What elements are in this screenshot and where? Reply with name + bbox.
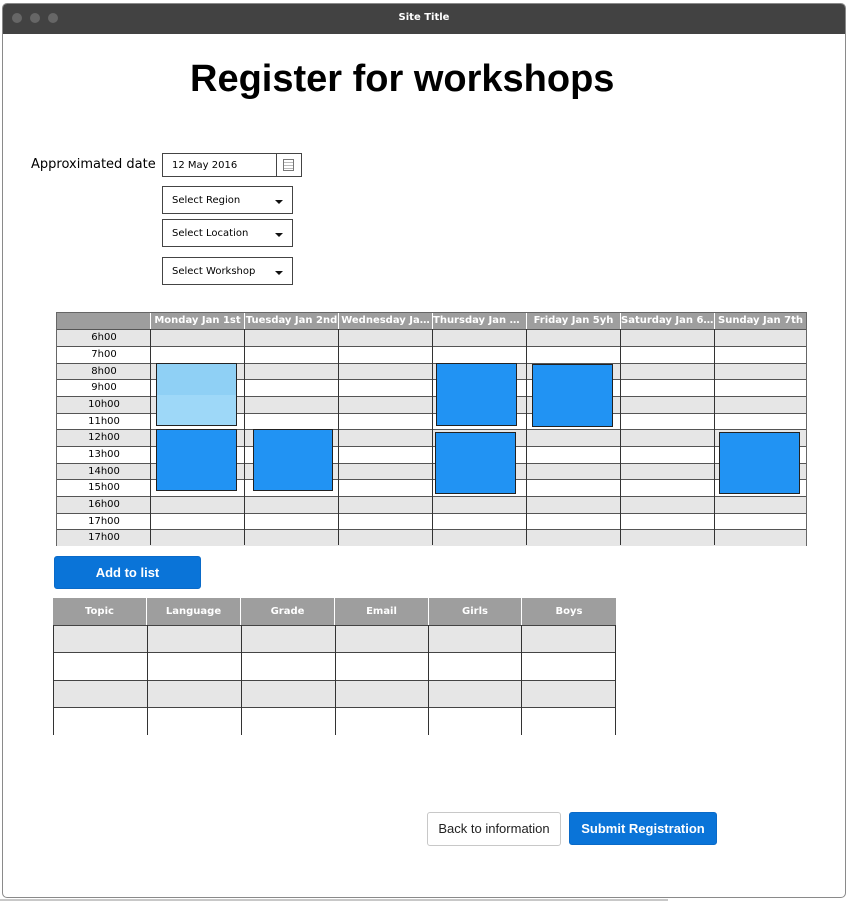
date-value: 12 May 2016 [172,160,238,171]
grid-divider [620,329,621,545]
time-label: 8h00 [91,366,117,377]
workshop-select-label: Select Workshop [172,266,256,277]
add-to-list-button[interactable]: Add to list [54,556,201,589]
schedule-grid: Monday Jan 1st Tuesday Jan 2nd Wednesday… [56,312,807,546]
grid-divider [432,329,433,545]
time-label: 11h00 [88,416,120,427]
window-titlebar: Site Title [3,4,845,34]
time-label: 7h00 [91,349,117,360]
workshop-slot[interactable] [253,429,333,491]
grid-divider [615,625,616,735]
grid-divider [526,329,527,545]
day-header: Monday Jan 1st [151,313,245,329]
day-header: Friday Jan 5yh [527,313,621,329]
day-header: Thursday Jan 4th [433,313,527,329]
grid-divider [428,625,429,735]
day-header: Tuesday Jan 2nd [245,313,339,329]
date-label: Approximated date [31,157,156,172]
workshop-list-table: Topic Language Grade Email Girls Boys [53,598,616,735]
grid-divider [244,329,245,545]
day-header: Sunday Jan 7th [715,313,806,329]
location-select-label: Select Location [172,228,249,239]
chevron-down-icon [275,271,283,275]
day-header: Wednesday Ja… [339,313,433,329]
schedule-corner-header [57,313,151,329]
time-label: 6h00 [91,332,117,343]
grid-divider [335,625,336,735]
page-title: Register for workshops [190,58,615,100]
grid-divider [147,625,148,735]
grid-divider [241,625,242,735]
scrollbar-track[interactable] [0,899,668,901]
grid-divider [150,329,151,545]
column-header: Girls [429,598,522,625]
column-header: Topic [53,598,147,625]
workshop-slot-hover[interactable] [156,363,237,426]
time-label: 10h00 [88,399,120,410]
day-header: Saturday Jan 6th [621,313,715,329]
time-label: 12h00 [88,432,120,443]
calendar-icon [283,159,294,171]
window-title: Site Title [398,12,450,23]
chevron-down-icon [275,233,283,237]
chevron-down-icon [275,200,283,204]
time-label: 9h00 [91,382,117,393]
calendar-button[interactable] [276,154,301,176]
column-header: Email [335,598,429,625]
grid-divider [53,625,54,735]
location-select[interactable]: Select Location [162,219,293,247]
workshop-slot[interactable] [719,432,800,494]
back-to-information-button[interactable]: Back to information [427,812,561,846]
column-header: Grade [241,598,335,625]
time-label: 16h00 [88,499,120,510]
region-select[interactable]: Select Region [162,186,293,214]
column-header: Language [147,598,241,625]
grid-divider [338,329,339,545]
time-label: 14h00 [88,466,120,477]
workshop-slot[interactable] [435,432,516,494]
workshop-slot[interactable] [156,429,237,491]
region-select-label: Select Region [172,195,241,206]
workshop-slot[interactable] [436,363,517,426]
time-label: 17h00 [88,532,120,543]
column-header: Boys [522,598,616,625]
time-label: 15h00 [88,482,120,493]
time-label: 13h00 [88,449,120,460]
grid-divider [714,329,715,545]
workshop-select[interactable]: Select Workshop [162,257,293,285]
workshop-slot[interactable] [532,364,613,427]
time-label: 17h00 [88,516,120,527]
submit-registration-button[interactable]: Submit Registration [569,812,717,845]
date-field[interactable]: 12 May 2016 [162,153,302,177]
grid-divider [521,625,522,735]
